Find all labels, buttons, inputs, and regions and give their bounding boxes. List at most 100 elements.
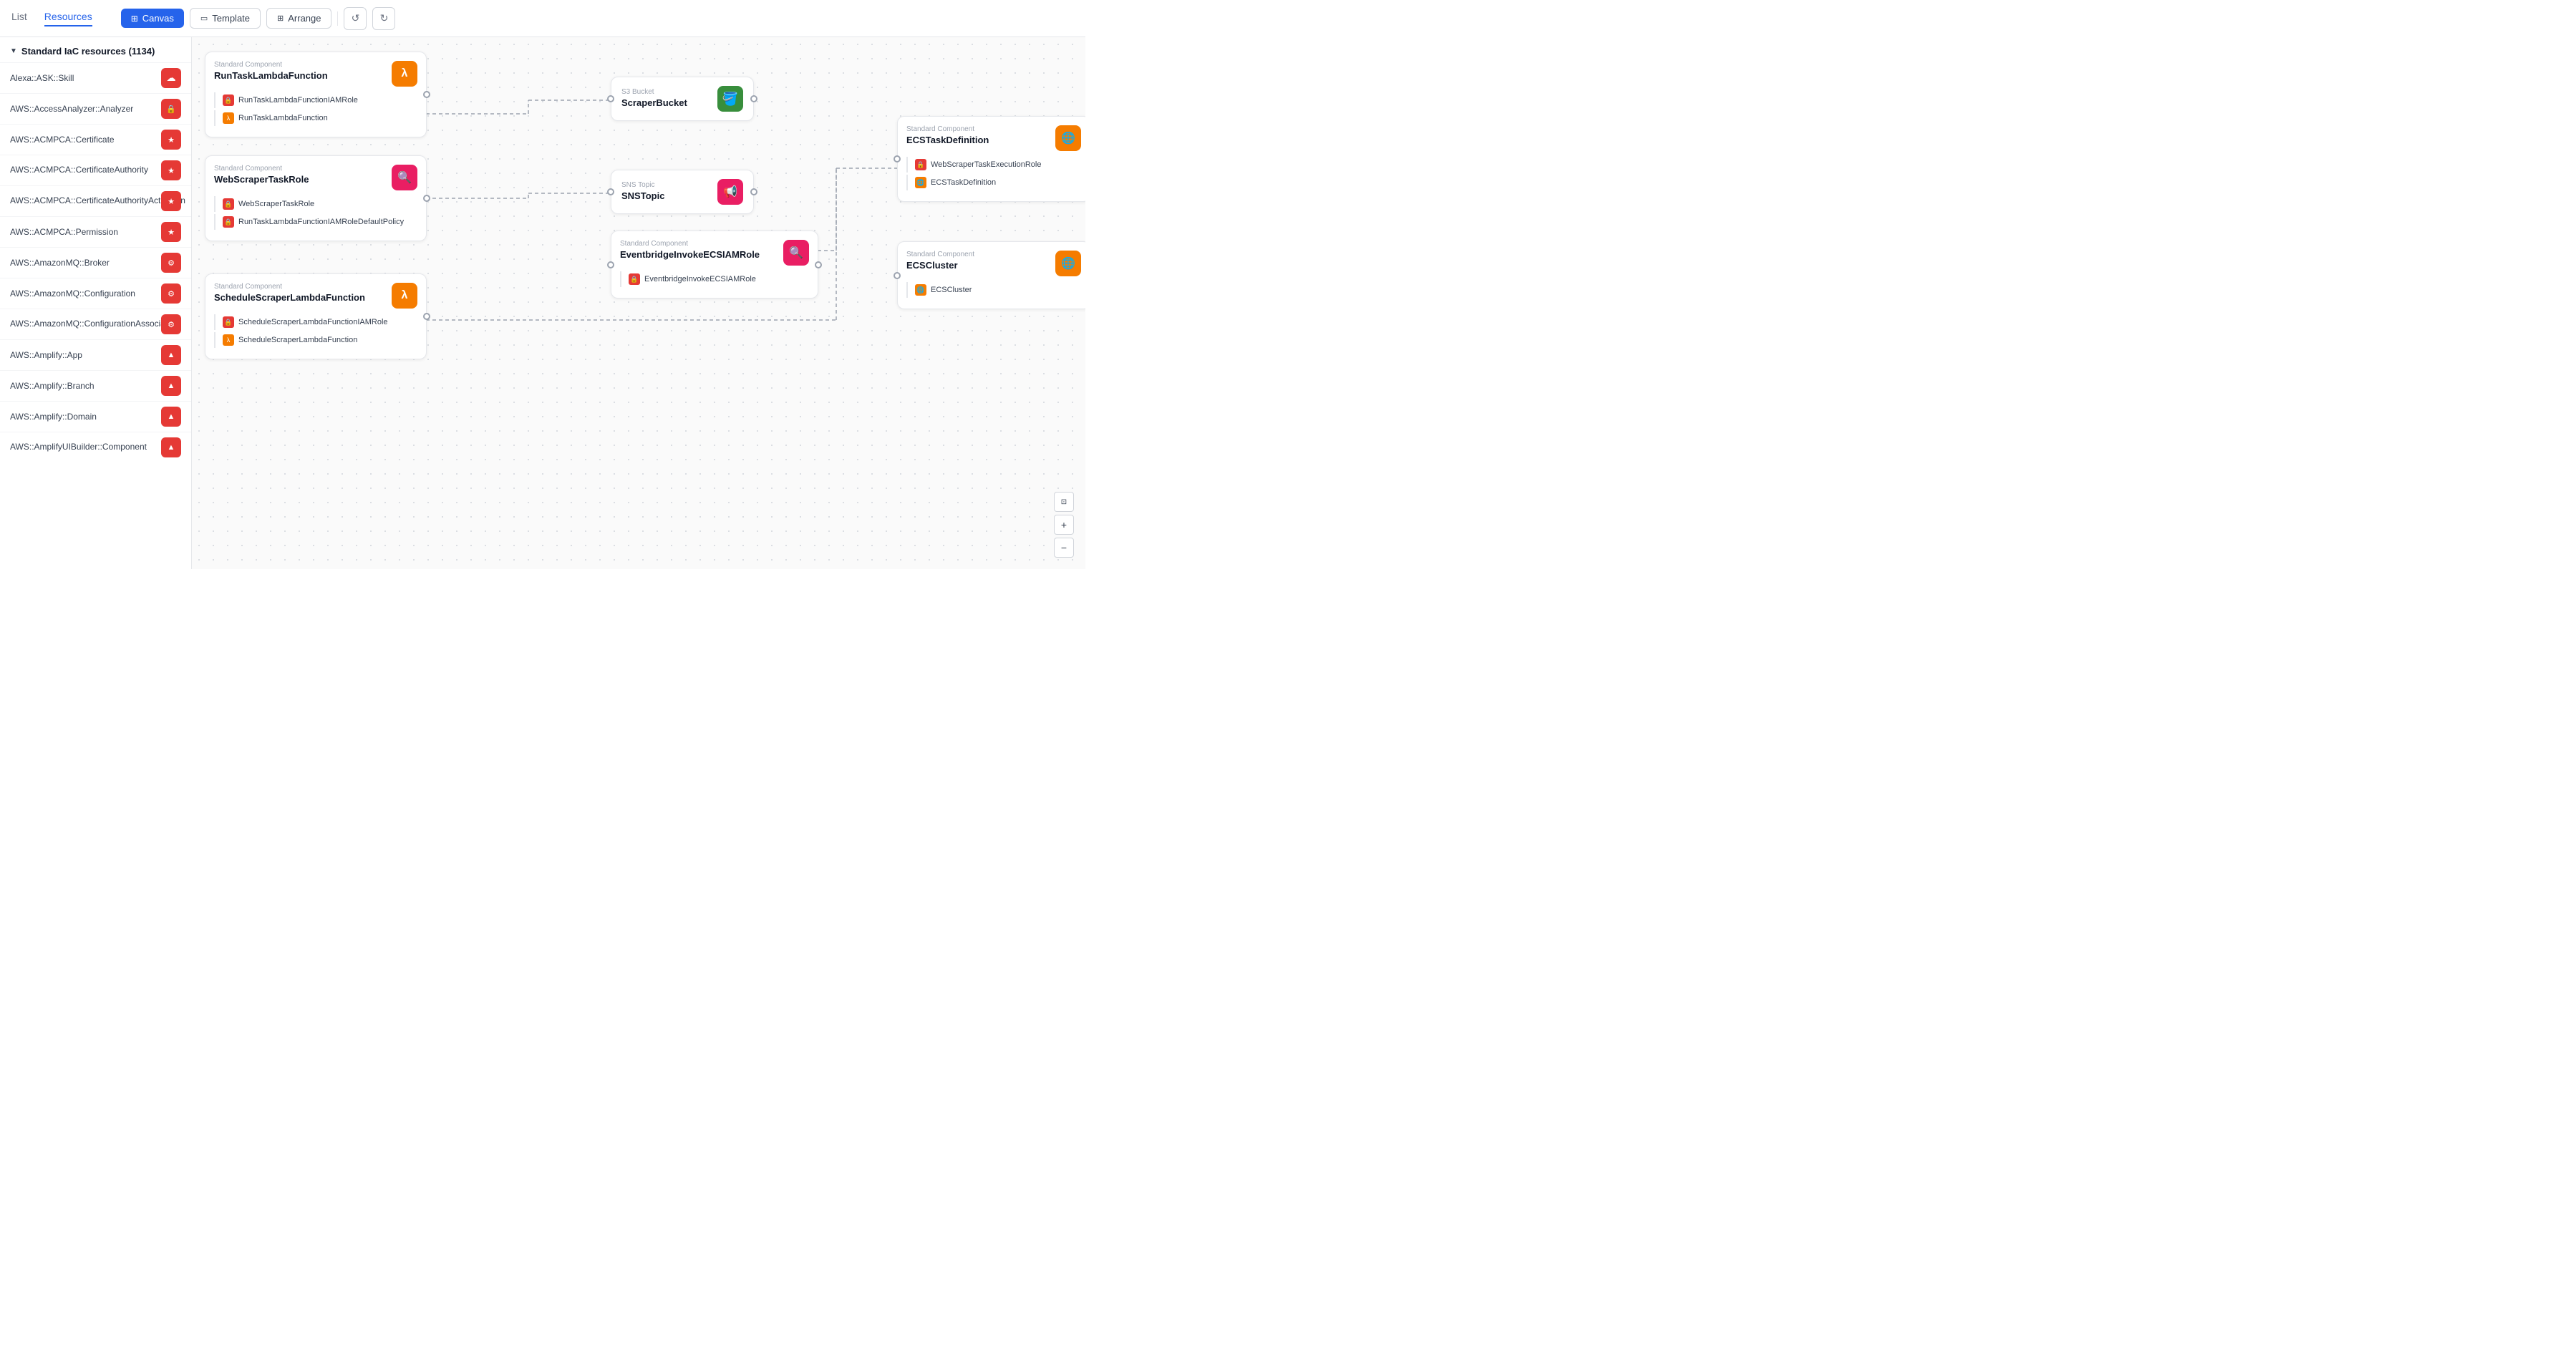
- template-button[interactable]: ▭ Template: [190, 8, 261, 29]
- sidebar-item-amazonmq-config[interactable]: AWS::AmazonMQ::Configuration ⚙: [0, 278, 191, 309]
- sidebar-item-icon: ▲: [161, 345, 181, 365]
- node-run-task-lambda[interactable]: Standard Component RunTaskLambdaFunction…: [205, 52, 427, 137]
- node-resource: 🔒 RunTaskLambdaFunctionIAMRole: [214, 92, 417, 108]
- resource-label: RunTaskLambdaFunction: [238, 114, 328, 122]
- connector-dot-right: [423, 313, 430, 320]
- node-info: Standard Component ECSTaskDefinition: [906, 125, 989, 147]
- resource-label: RunTaskLambdaFunctionIAMRole: [238, 96, 358, 105]
- zoom-in-icon: +: [1061, 519, 1067, 530]
- fit-button[interactable]: ⊡: [1054, 492, 1074, 512]
- node-schedule-scraper-lambda[interactable]: Standard Component ScheduleScraperLambda…: [205, 273, 427, 359]
- sidebar-item-label: AWS::AmplifyUIBuilder::Component: [10, 442, 139, 453]
- undo-icon: ↺: [352, 12, 360, 24]
- connector-dot-right: [423, 195, 430, 202]
- sidebar-item-icon: 🔒: [161, 99, 181, 119]
- redo-button[interactable]: ↻: [372, 7, 395, 30]
- fit-icon: ⊡: [1061, 498, 1067, 506]
- tab-list[interactable]: List: [11, 11, 27, 26]
- node-eventbridge-ecs-iam[interactable]: Standard Component EventbridgeInvokeECSI…: [611, 231, 818, 299]
- sidebar-item-icon: ⚙: [161, 283, 181, 304]
- connector-dot-left: [894, 155, 901, 163]
- node-title: RunTaskLambdaFunction: [214, 70, 328, 82]
- node-icon: 🌐: [1055, 251, 1081, 276]
- node-resource: 🔒 ScheduleScraperLambdaFunctionIAMRole: [214, 314, 417, 330]
- toolbar: ⊞ Canvas ▭ Template ⊞ Arrange ↺ ↻: [121, 7, 396, 30]
- resource-icon: 🔒: [223, 94, 234, 106]
- sidebar-item-icon: ★: [161, 130, 181, 150]
- node-label: Standard Component: [214, 165, 309, 173]
- node-title: ECSCluster: [906, 260, 974, 272]
- sidebar-item-icon: ▲: [161, 437, 181, 457]
- resource-icon: λ: [223, 334, 234, 346]
- sidebar-item-amplify-ui-builder[interactable]: AWS::AmplifyUIBuilder::Component ▲: [0, 432, 191, 462]
- node-resource: 🔒 EventbridgeInvokeECSIAMRole: [620, 271, 809, 287]
- arrange-label: Arrange: [288, 13, 321, 24]
- node-sns-topic[interactable]: SNS Topic SNSTopic 📢: [611, 170, 754, 214]
- node-s3-bucket[interactable]: S3 Bucket ScraperBucket 🪣: [611, 77, 754, 121]
- node-label: Standard Component: [906, 251, 974, 258]
- sidebar-item-label: AWS::ACMPCA::Certificate: [10, 135, 115, 145]
- arrange-button[interactable]: ⊞ Arrange: [266, 8, 331, 29]
- node-icon: 📢: [717, 179, 743, 205]
- sidebar-item-icon: ▲: [161, 407, 181, 427]
- node-icon: 🔍: [783, 240, 809, 266]
- sidebar-item-label: AWS::Amplify::Domain: [10, 412, 97, 422]
- node-resource: 🔒 RunTaskLambdaFunctionIAMRoleDefaultPol…: [214, 214, 417, 230]
- main-layout: ▼ Standard IaC resources (1134) Alexa::A…: [0, 37, 1085, 569]
- sidebar-item-access-analyzer[interactable]: AWS::AccessAnalyzer::Analyzer 🔒: [0, 93, 191, 124]
- node-resource: λ RunTaskLambdaFunction: [214, 110, 417, 126]
- connector-dot-left: [607, 188, 614, 195]
- sidebar-item-icon: ⚙: [161, 253, 181, 273]
- node-ecs-cluster[interactable]: Standard Component ECSCluster 🌐 🌐 ECSClu…: [897, 241, 1085, 309]
- resource-icon: 🌐: [915, 284, 926, 296]
- sidebar-item-amazonmq-broker[interactable]: AWS::AmazonMQ::Broker ⚙: [0, 247, 191, 278]
- node-info: Standard Component EventbridgeInvokeECSI…: [620, 240, 735, 261]
- canvas-icon: ⊞: [131, 14, 138, 24]
- zoom-out-button[interactable]: −: [1054, 538, 1074, 558]
- list-tab-label: List: [11, 11, 27, 22]
- node-title: WebScraperTaskRole: [214, 174, 309, 186]
- resource-label: WebScraperTaskExecutionRole: [931, 160, 1041, 169]
- sidebar-item-acmpca-cert[interactable]: AWS::ACMPCA::Certificate ★: [0, 124, 191, 155]
- canvas-label: Canvas: [142, 13, 174, 24]
- node-ecs-task-definition[interactable]: Standard Component ECSTaskDefinition 🌐 🔒…: [897, 116, 1085, 202]
- node-title: ScheduleScraperLambdaFunction: [214, 292, 329, 304]
- tab-resources[interactable]: Resources: [44, 11, 92, 26]
- node-header: Standard Component EventbridgeInvokeECSI…: [620, 240, 809, 266]
- sidebar-item-amplify-branch[interactable]: AWS::Amplify::Branch ▲: [0, 370, 191, 401]
- resource-icon: 🔒: [915, 159, 926, 170]
- sidebar-item-label: AWS::ACMPCA::CertificateAuthorityActivat…: [10, 195, 139, 207]
- sidebar-item-icon: ☁: [161, 68, 181, 88]
- undo-button[interactable]: ↺: [344, 7, 367, 30]
- resource-label: RunTaskLambdaFunctionIAMRoleDefaultPolic…: [238, 218, 404, 226]
- node-header: Standard Component ScheduleScraperLambda…: [214, 283, 417, 309]
- arrange-icon: ⊞: [277, 14, 284, 23]
- sidebar-item-amplify-app[interactable]: AWS::Amplify::App ▲: [0, 339, 191, 370]
- canvas[interactable]: Standard Component RunTaskLambdaFunction…: [192, 37, 1085, 569]
- node-label: Standard Component: [214, 283, 329, 291]
- top-navigation: List Resources ⊞ Canvas ▭ Template ⊞ Arr…: [0, 0, 1085, 37]
- node-info: Standard Component ECSCluster: [906, 251, 974, 272]
- node-info: Standard Component WebScraperTaskRole: [214, 165, 309, 186]
- node-label: SNS Topic: [621, 181, 664, 189]
- resource-icon: 🔒: [223, 198, 234, 210]
- connector-dot-right: [750, 95, 757, 102]
- node-header: Standard Component ECSTaskDefinition 🌐: [906, 125, 1081, 151]
- zoom-in-button[interactable]: +: [1054, 515, 1074, 535]
- node-header: Standard Component WebScraperTaskRole 🔍: [214, 165, 417, 190]
- s3-info: S3 Bucket ScraperBucket: [621, 88, 687, 110]
- sidebar-item-acmpca-permission[interactable]: AWS::ACMPCA::Permission ★: [0, 216, 191, 247]
- sidebar-item-alexa-ask-skill[interactable]: Alexa::ASK::Skill ☁: [0, 62, 191, 93]
- connector-dot-left: [607, 95, 614, 102]
- node-label: Standard Component: [214, 61, 328, 69]
- collapse-arrow-icon: ▼: [10, 47, 17, 55]
- canvas-button[interactable]: ⊞ Canvas: [121, 9, 184, 28]
- connector-dot-left: [894, 272, 901, 279]
- sidebar-item-acmpca-ca-activation[interactable]: AWS::ACMPCA::CertificateAuthorityActivat…: [0, 185, 191, 216]
- node-web-scraper-task-role[interactable]: Standard Component WebScraperTaskRole 🔍 …: [205, 155, 427, 241]
- sidebar-item-acmpca-ca[interactable]: AWS::ACMPCA::CertificateAuthority ★: [0, 155, 191, 185]
- sidebar-item-amazonmq-config-assoc[interactable]: AWS::AmazonMQ::ConfigurationAssociation …: [0, 309, 191, 339]
- node-icon: 🌐: [1055, 125, 1081, 151]
- node-icon: λ: [392, 283, 417, 309]
- sidebar-item-amplify-domain[interactable]: AWS::Amplify::Domain ▲: [0, 401, 191, 432]
